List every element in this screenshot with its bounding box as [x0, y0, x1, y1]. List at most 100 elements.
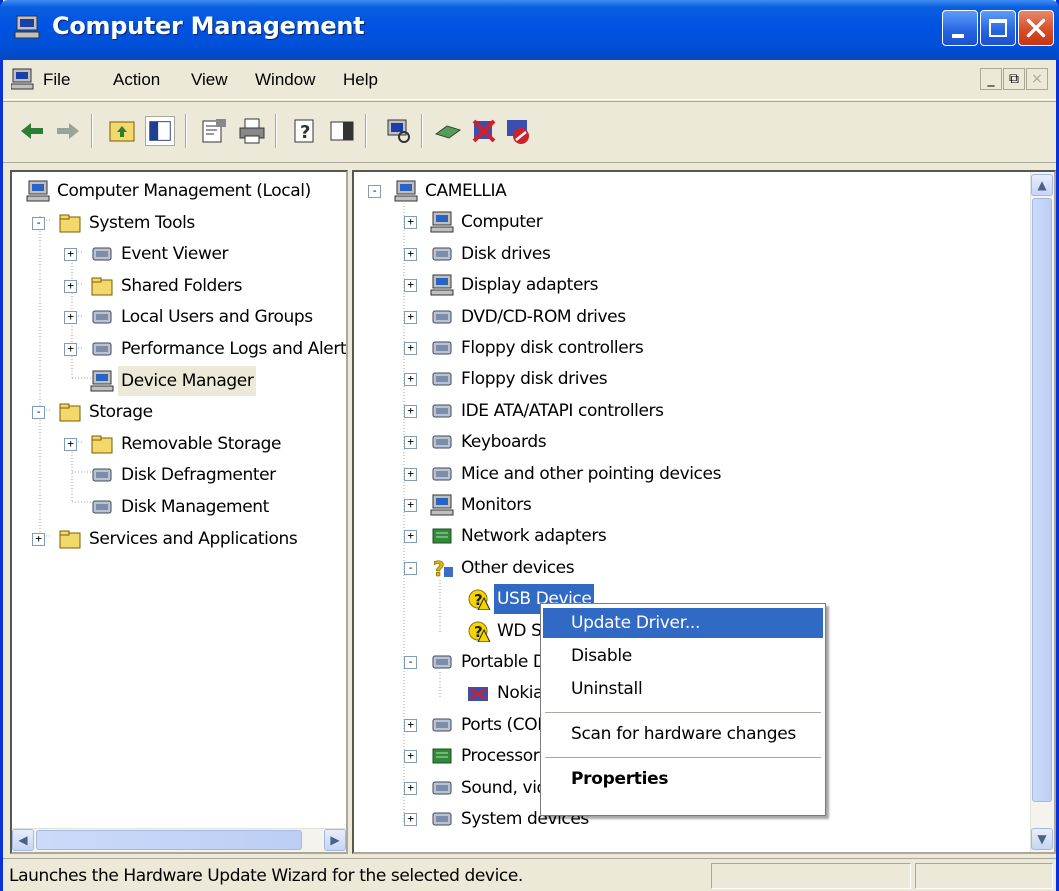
menu-file[interactable]: File — [43, 70, 70, 90]
expand-icon[interactable]: + — [32, 532, 45, 546]
tree-item-label: Computer Management (Local) — [57, 181, 311, 201]
menu-item-uninstall[interactable]: Uninstall — [543, 674, 823, 704]
expand-icon[interactable]: + — [404, 750, 417, 764]
up-folder-icon[interactable] — [107, 116, 137, 146]
tree-item-computer[interactable]: + Computer — [354, 207, 1034, 237]
expand-icon[interactable]: + — [64, 279, 77, 293]
tree-item-shared-folders[interactable]: + Shared Folders — [12, 271, 346, 301]
maximize-button[interactable] — [980, 10, 1016, 46]
menu-help[interactable]: Help — [343, 70, 378, 90]
horizontal-scrollbar[interactable]: ◀ ▶ — [12, 828, 346, 852]
tree-item-floppy-disk-controllers[interactable]: + Floppy disk controllers — [354, 333, 1034, 363]
close-button[interactable] — [1018, 10, 1054, 46]
scroll-down-button[interactable]: ▼ — [1031, 828, 1053, 850]
tree-item-disk-management[interactable]: Disk Management — [12, 492, 346, 522]
expand-icon[interactable]: + — [404, 467, 417, 481]
expand-icon[interactable]: + — [64, 248, 77, 262]
mdi-restore-button[interactable]: ⧉ — [1003, 68, 1025, 90]
status-text: Launches the Hardware Update Wizard for … — [9, 866, 523, 886]
tree-item-other-devices[interactable]: -? Other devices — [354, 553, 1034, 583]
forward-arrow-icon[interactable] — [53, 116, 83, 146]
status-panel — [711, 863, 911, 889]
port-icon — [432, 718, 452, 732]
scan-hardware-icon[interactable] — [383, 116, 413, 146]
title-bar[interactable]: Computer Management — [0, 0, 1059, 60]
print-icon[interactable] — [237, 116, 267, 146]
help-icon[interactable]: ? — [291, 116, 321, 146]
expand-icon[interactable]: + — [404, 436, 417, 450]
collapse-icon[interactable]: - — [404, 656, 417, 669]
menu-view[interactable]: View — [191, 70, 228, 90]
expand-icon[interactable]: + — [404, 718, 417, 732]
expand-icon[interactable]: + — [404, 813, 417, 826]
tree-item-network-adapters[interactable]: + Network adapters — [354, 521, 1034, 551]
tree-item-storage[interactable]: - Storage — [12, 397, 346, 427]
vertical-scroll-thumb[interactable] — [1032, 198, 1052, 802]
tree-item-monitors[interactable]: + Monitors — [354, 490, 1034, 520]
horizontal-scroll-thumb[interactable] — [36, 830, 302, 850]
mdi-minimize-button[interactable]: _ — [980, 68, 1002, 90]
expand-icon[interactable]: + — [404, 373, 417, 387]
toolbar-separator — [275, 114, 277, 148]
tree-item-mice-and-other-pointing-devices[interactable]: + Mice and other pointing devices — [354, 459, 1034, 489]
tree-item-disk-defragmenter[interactable]: Disk Defragmenter — [12, 460, 346, 490]
minimize-button[interactable] — [942, 10, 978, 46]
show-hide-tree-icon[interactable] — [145, 116, 175, 146]
expand-icon[interactable]: + — [404, 216, 417, 230]
scroll-up-button[interactable]: ▲ — [1031, 174, 1053, 196]
tree-item-computer-management-local[interactable]: Computer Management (Local) — [12, 176, 346, 206]
tree-item-event-viewer[interactable]: + Event Viewer — [12, 239, 346, 269]
expand-icon[interactable]: + — [404, 342, 417, 355]
tree-item-services-and-applications[interactable]: + Services and Applications — [12, 524, 346, 554]
expand-icon[interactable]: + — [404, 781, 417, 795]
collapse-icon[interactable]: - — [368, 185, 381, 198]
update-driver-icon[interactable] — [433, 116, 463, 146]
performance-icon — [92, 342, 112, 356]
collapse-icon[interactable]: - — [32, 216, 45, 230]
menu-item-properties[interactable]: Properties — [543, 764, 823, 794]
menu-window[interactable]: Window — [255, 70, 315, 90]
disable-icon[interactable] — [503, 116, 533, 146]
sound-icon — [432, 781, 452, 795]
tree-item-camellia[interactable]: - CAMELLIA — [354, 176, 1034, 206]
tree-item-removable-storage[interactable]: + Removable Storage — [12, 429, 346, 459]
tree-item-keyboards[interactable]: + Keyboards — [354, 427, 1034, 457]
tree-item-label: Network adapters — [461, 526, 607, 547]
collapse-icon[interactable]: - — [32, 406, 45, 420]
scroll-right-button[interactable]: ▶ — [324, 829, 346, 851]
scroll-left-button[interactable]: ◀ — [12, 829, 34, 851]
collapse-icon[interactable]: - — [404, 561, 417, 575]
expand-icon[interactable]: + — [64, 311, 77, 325]
expand-icon[interactable]: + — [64, 437, 77, 451]
back-arrow-icon[interactable] — [17, 116, 47, 146]
menu-item-disable[interactable]: Disable — [543, 641, 823, 671]
tree-item-dvd-cd-rom-drives[interactable]: + DVD/CD-ROM drives — [354, 302, 1034, 332]
expand-icon[interactable]: + — [404, 310, 417, 324]
expand-icon[interactable]: + — [404, 247, 417, 261]
tree-item-local-users-and-groups[interactable]: + Local Users and Groups — [12, 302, 346, 332]
expand-icon[interactable]: + — [64, 343, 77, 356]
tree-item-device-manager[interactable]: Device Manager — [12, 365, 346, 396]
tree-item-floppy-disk-drives[interactable]: + Floppy disk drives — [354, 364, 1034, 394]
menu-item-update-driver[interactable]: Update Driver... — [543, 608, 823, 638]
phone-disabled-icon — [468, 687, 488, 702]
tree-item-system-tools[interactable]: - System Tools — [12, 208, 346, 238]
console-tree-pane[interactable]: Computer Management (Local) - System Tools… — [10, 170, 348, 854]
services-icon — [59, 530, 81, 549]
expand-icon[interactable]: + — [404, 530, 417, 544]
uninstall-icon[interactable] — [469, 116, 499, 146]
vertical-scrollbar[interactable]: ▲ ▼ — [1030, 172, 1054, 852]
mdi-close-button[interactable]: × — [1026, 68, 1048, 90]
tree-item-display-adapters[interactable]: + Display adapters — [354, 270, 1034, 300]
menu-item-scan-for-hardware-changes[interactable]: Scan for hardware changes — [543, 719, 823, 749]
expand-icon[interactable]: + — [404, 279, 417, 293]
menu-action[interactable]: Action — [113, 70, 160, 90]
toolbar: ? — [3, 101, 1056, 163]
expand-icon[interactable]: + — [404, 404, 417, 418]
tree-item-disk-drives[interactable]: + Disk drives — [354, 239, 1034, 269]
tree-item-ide-ata-atapi-controllers[interactable]: + IDE ATA/ATAPI controllers — [354, 396, 1034, 426]
expand-icon[interactable]: + — [404, 499, 417, 512]
action-pane-icon[interactable] — [327, 116, 357, 146]
properties-icon[interactable] — [199, 116, 229, 146]
tree-item-performance-logs-and-alerts[interactable]: + Performance Logs and Alerts — [12, 334, 346, 364]
